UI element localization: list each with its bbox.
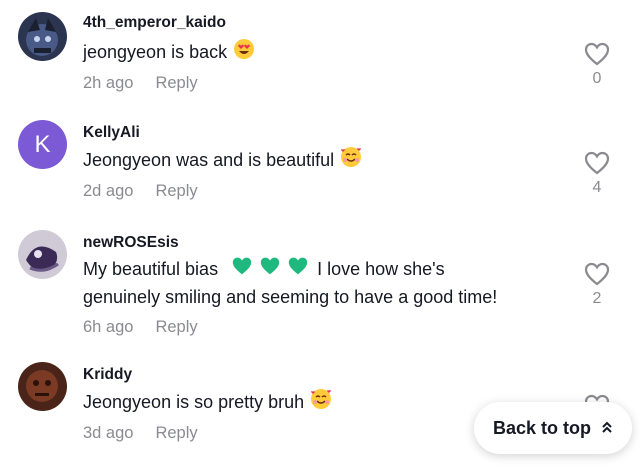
avatar[interactable] <box>18 362 67 411</box>
avatar[interactable] <box>18 230 67 279</box>
username[interactable]: newROSEsis <box>83 234 179 252</box>
comment-meta: 6h ago Reply <box>83 318 198 337</box>
comment-text: Jeongyeon is so pretty bruh <box>83 388 332 418</box>
green-heart-icon <box>287 256 309 284</box>
like-button[interactable]: 2 <box>584 262 610 308</box>
comment-text: jeongyeon is back <box>83 38 255 68</box>
avatar[interactable] <box>18 12 67 61</box>
like-button[interactable]: 4 <box>584 151 610 197</box>
avatar[interactable]: K <box>18 120 67 169</box>
comment-time: 2h ago <box>83 74 134 92</box>
like-count: 0 <box>592 70 602 87</box>
heart-outline-icon <box>584 151 610 175</box>
double-chevron-up-icon <box>601 418 613 439</box>
comment-meta: 2h ago Reply <box>83 74 198 93</box>
username[interactable]: KellyAli <box>83 124 140 142</box>
comment-meta: 2d ago Reply <box>83 182 198 201</box>
heart-outline-icon <box>584 262 610 286</box>
comment-text: Jeongyeon was and is beautiful <box>83 146 362 176</box>
smiling-face-with-hearts-emoji-icon <box>340 146 362 176</box>
comment-time: 3d ago <box>83 424 134 442</box>
smiling-face-with-hearts-emoji-icon <box>310 388 332 418</box>
heart-outline-icon <box>584 42 610 66</box>
reply-button[interactable]: Reply <box>155 182 197 200</box>
comment-time: 6h ago <box>83 318 134 336</box>
username[interactable]: Kriddy <box>83 366 132 384</box>
reply-button[interactable]: Reply <box>155 318 197 336</box>
green-heart-icon <box>231 256 253 284</box>
back-to-top-button[interactable]: Back to top <box>474 402 632 454</box>
heart-eyes-emoji-icon <box>233 38 255 68</box>
username[interactable]: 4th_emperor_kaido <box>83 14 226 32</box>
reply-button[interactable]: Reply <box>155 74 197 92</box>
reply-button[interactable]: Reply <box>155 424 197 442</box>
comment-text: My beautiful bias I love how she's genui… <box>83 256 497 311</box>
like-button[interactable]: 0 <box>584 42 610 88</box>
green-heart-icon <box>259 256 281 284</box>
like-count: 4 <box>592 179 602 196</box>
comment-time: 2d ago <box>83 182 134 200</box>
like-count: 2 <box>592 290 602 307</box>
comment-meta: 3d ago Reply <box>83 424 198 443</box>
